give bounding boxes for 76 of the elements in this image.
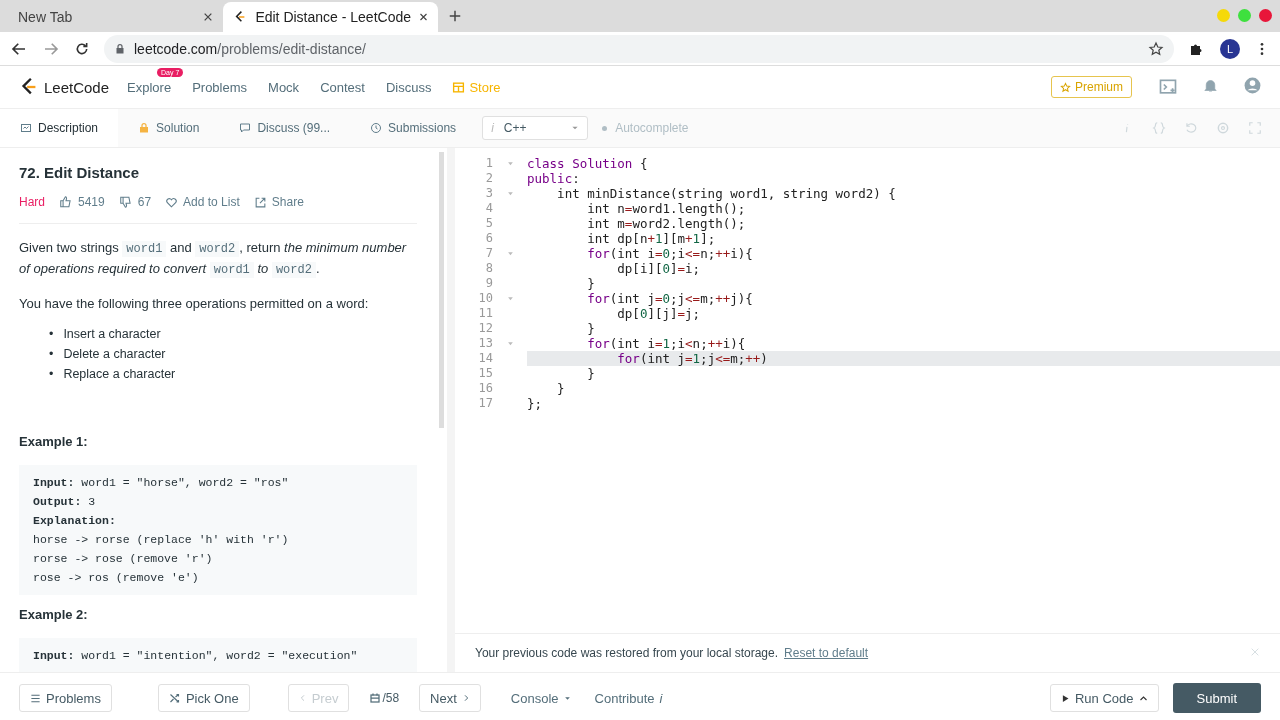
code-line: int dp[n+1][m+1]; bbox=[586, 231, 717, 246]
dislike-button[interactable]: 67 bbox=[118, 195, 152, 209]
logo-text[interactable]: LeetCode bbox=[44, 78, 110, 96]
browser-tab[interactable]: Edit Distance - LeetCode bbox=[223, 2, 438, 32]
problems-button[interactable]: Problems bbox=[19, 684, 112, 712]
example-heading: Example 1: bbox=[19, 434, 89, 449]
like-button[interactable]: 5419 bbox=[59, 195, 105, 209]
submit-button[interactable]: Submit bbox=[1172, 683, 1261, 713]
example-block: Input: word1 = "horse", word2 = "ros" Output: 3 Explanation: horse -> rorse (replace 'h' with 'r') rorse -> rose (remove 'r') rose -> ros (remove 'e') bbox=[19, 465, 417, 595]
code-line: } bbox=[586, 321, 596, 336]
operations-intro: You have the following three operations permitted on a word: bbox=[19, 295, 370, 313]
line-number: 1 bbox=[484, 156, 493, 171]
code-line: public: bbox=[527, 171, 581, 186]
code-line: class Solution { bbox=[527, 156, 649, 171]
example-block: Input: word1 = "intention", word2 = "execution" bbox=[19, 638, 417, 672]
code-line: int m=word2.length(); bbox=[586, 216, 747, 231]
nav-link[interactable]: Problems bbox=[192, 79, 248, 95]
code-line: } bbox=[586, 366, 596, 381]
next-button[interactable]: Next bbox=[419, 684, 481, 712]
line-number: 7 bbox=[484, 246, 493, 261]
browser-tab[interactable]: New Tab bbox=[8, 2, 223, 32]
panel-tab[interactable]: Submissions bbox=[350, 109, 477, 147]
line-number: 13 bbox=[477, 336, 493, 351]
nav-link[interactable]: Discuss bbox=[385, 79, 432, 95]
problem-title: 72. Edit Distance bbox=[19, 164, 141, 181]
line-number: 16 bbox=[477, 381, 493, 396]
line-number: 14 bbox=[477, 351, 493, 366]
problem-description: Given two strings word1 and word2 , return the minimum number of operations required to convert word1 to word2 . bbox=[19, 239, 408, 280]
line-number: 6 bbox=[484, 231, 493, 246]
operation-item: Replace a character bbox=[63, 366, 176, 383]
code-line: int n=word1.length(); bbox=[586, 201, 747, 216]
line-number: 4 bbox=[484, 201, 493, 216]
line-number: 2 bbox=[484, 171, 493, 186]
line-number: 17 bbox=[477, 396, 493, 411]
code-line: for(int i=1;i<n;++i){ bbox=[586, 336, 747, 351]
operation-item: Insert a character bbox=[63, 326, 161, 343]
line-number: 8 bbox=[484, 261, 493, 276]
line-number: 9 bbox=[484, 276, 493, 291]
code-line: for(int j=0;j<=m;++j){ bbox=[586, 291, 754, 306]
code-line: dp[0][j]=j; bbox=[616, 306, 702, 321]
panel-tab[interactable]: Solution bbox=[118, 109, 220, 147]
share-button[interactable]: Share bbox=[253, 195, 304, 209]
operation-item: Delete a character bbox=[63, 346, 166, 363]
line-number: 5 bbox=[484, 216, 493, 231]
nav-link[interactable]: Contest bbox=[320, 79, 365, 95]
reset-link[interactable]: Reset to default bbox=[784, 646, 869, 660]
console-button[interactable]: Console bbox=[504, 689, 577, 707]
code-line: } bbox=[586, 276, 596, 291]
example-heading: Example 2: bbox=[19, 607, 89, 622]
line-number: 10 bbox=[477, 291, 493, 306]
restore-message: Your previous code was restored from your local storage. bbox=[475, 646, 779, 660]
contribute-button[interactable]: Contribute i bbox=[588, 689, 669, 707]
bullet: • bbox=[49, 346, 54, 363]
add-to-list-button[interactable]: Add to List bbox=[165, 195, 240, 209]
difficulty-label: Hard bbox=[19, 195, 45, 209]
address-bar[interactable]: leetcode.com/problems/edit-distance/ bbox=[104, 34, 1174, 63]
run-code-button[interactable]: Run Code bbox=[1050, 684, 1159, 712]
problem-counter: /58 bbox=[382, 691, 400, 705]
line-number: 11 bbox=[477, 306, 493, 321]
bullet: • bbox=[49, 366, 54, 383]
pick-one-button[interactable]: Pick One bbox=[157, 684, 250, 712]
profile-avatar[interactable]: L bbox=[1220, 38, 1240, 59]
code-line: for(int i=0;i<=n;++i){ bbox=[586, 246, 754, 261]
line-number: 12 bbox=[477, 321, 493, 336]
language-select[interactable]: i C++ bbox=[482, 116, 589, 140]
code-line: dp[i][0]=i; bbox=[616, 261, 702, 276]
nav-link[interactable]: Explore bbox=[127, 79, 172, 95]
code-line: }; bbox=[527, 396, 544, 411]
bullet: • bbox=[49, 326, 54, 343]
line-number: 3 bbox=[484, 186, 493, 201]
panel-tab[interactable]: Description bbox=[0, 109, 119, 147]
line-number: 15 bbox=[477, 366, 493, 381]
code-line: int minDistance(string word1, string word2) { bbox=[556, 186, 897, 201]
nav-link[interactable]: Mock bbox=[268, 79, 300, 95]
panel-tab[interactable]: Discuss (99... bbox=[219, 109, 351, 147]
code-line: } bbox=[556, 381, 566, 396]
